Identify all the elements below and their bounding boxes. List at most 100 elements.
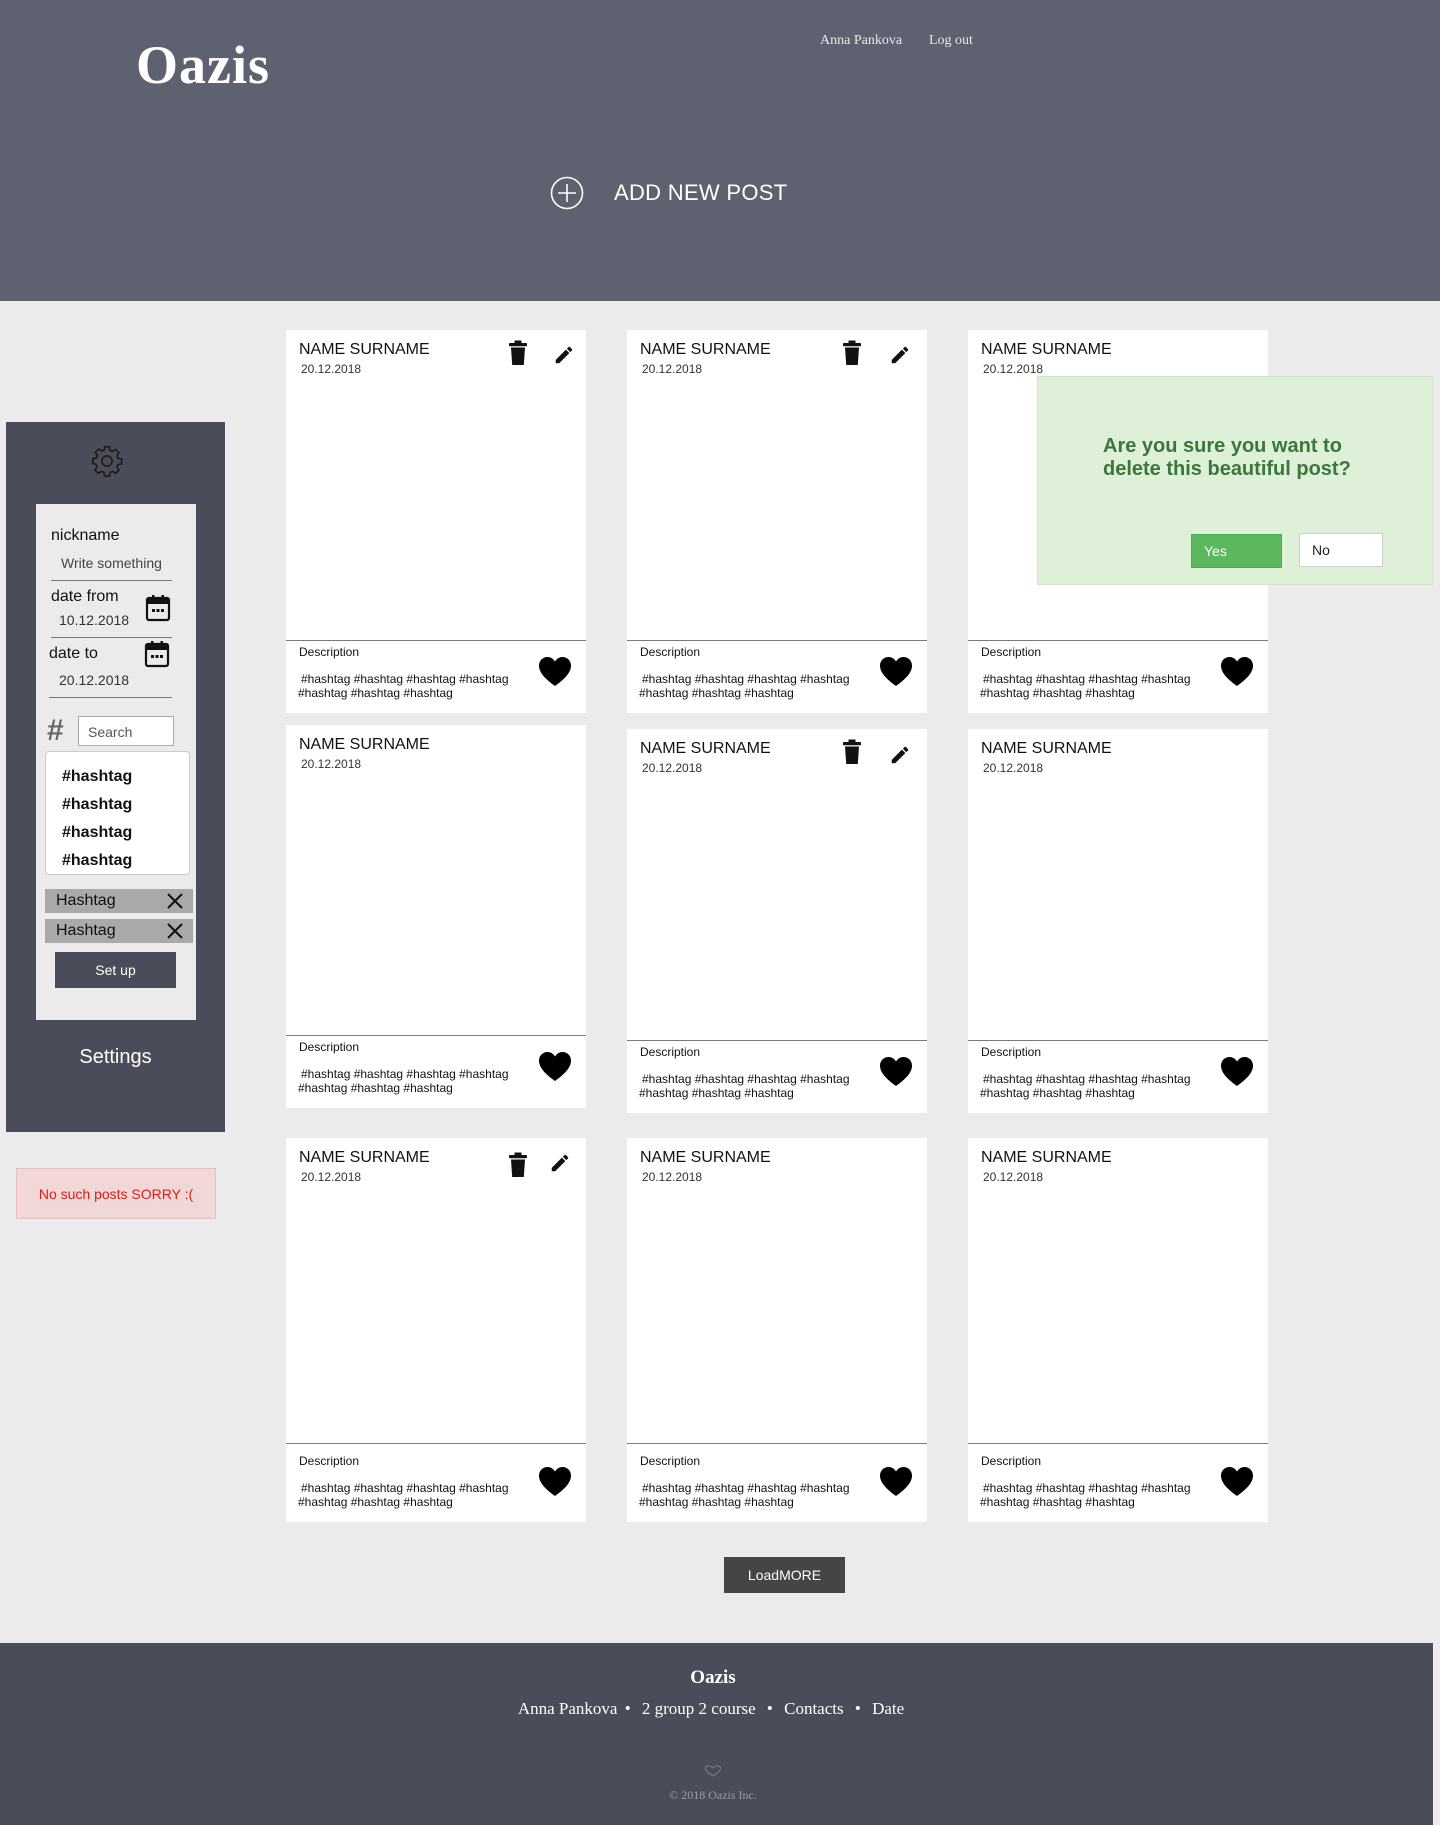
post-date: 20.12.2018 <box>983 761 1044 775</box>
footer-link-contacts[interactable]: Contacts <box>784 1699 844 1718</box>
nickname-input[interactable]: Write something <box>61 555 162 571</box>
post-divider <box>968 1040 1268 1041</box>
post-date: 20.12.2018 <box>301 757 362 771</box>
pencil-icon[interactable] <box>553 344 575 366</box>
post-description: Description <box>640 1045 701 1059</box>
post-author: NAME SURNAME <box>981 740 1112 757</box>
heart-icon[interactable] <box>1220 1056 1254 1088</box>
trash-icon[interactable] <box>508 1152 528 1178</box>
footer-link-group[interactable]: 2 group 2 course <box>642 1699 756 1718</box>
calendar-icon[interactable] <box>144 640 170 668</box>
post-description: Description <box>299 645 360 659</box>
post-hashtags: #hashtag #hashtag #hashtag #hashtag #has… <box>298 1481 509 1509</box>
post-card: NAME SURNAME 20.12.2018 Description #hashta… <box>968 1138 1268 1522</box>
post-card: NAME SURNAME 20.12.2018 Description #hashta… <box>286 330 586 713</box>
post-date: 20.12.2018 <box>983 1170 1044 1184</box>
post-description: Description <box>981 645 1042 659</box>
post-card: NAME SURNAME 20.12.2018 Description #hashta… <box>627 729 927 1113</box>
close-icon[interactable] <box>166 922 184 940</box>
post-divider <box>286 1035 586 1036</box>
heart-icon[interactable] <box>538 1466 572 1498</box>
post-description: Description <box>981 1454 1042 1468</box>
post-divider <box>286 640 586 641</box>
footer-separator: • <box>624 1699 631 1718</box>
nav-user-name[interactable]: Anna Pankova <box>820 33 902 49</box>
post-description: Description <box>299 1040 360 1054</box>
post-author: NAME SURNAME <box>640 341 771 358</box>
add-new-post-button[interactable]: ADD NEW POST <box>550 176 788 210</box>
confirm-yes-button[interactable]: Yes <box>1191 534 1282 568</box>
trash-icon[interactable] <box>842 340 862 366</box>
hashtag-option[interactable]: #hashtag <box>62 852 132 870</box>
hashtag-option[interactable]: #hashtag <box>62 796 132 814</box>
post-author: NAME SURNAME <box>640 740 771 757</box>
post-card: NAME SURNAME 20.12.2018 Description #hashta… <box>286 725 586 1108</box>
post-card: NAME SURNAME 20.12.2018 Description #hashta… <box>286 1138 586 1522</box>
post-description: Description <box>640 645 701 659</box>
post-author: NAME SURNAME <box>640 1149 771 1166</box>
post-description: Description <box>640 1454 701 1468</box>
delete-confirm-dialog: Are you sure you want to delete this bea… <box>1037 376 1433 585</box>
confirm-no-button[interactable]: No <box>1299 533 1383 567</box>
nickname-underline <box>51 580 172 581</box>
post-hashtags: #hashtag #hashtag #hashtag #hashtag #has… <box>980 672 1191 700</box>
post-divider <box>968 1443 1268 1444</box>
calendar-icon[interactable] <box>145 594 171 622</box>
setup-button[interactable]: Set up <box>55 952 176 988</box>
footer-links: Anna Pankova • 2 group 2 course • Contac… <box>0 1699 1426 1719</box>
hashtag-suggestions: #hashtag #hashtag #hashtag #hashtag <box>45 751 190 875</box>
date-from-input[interactable]: 10.12.2018 <box>59 612 129 628</box>
load-more-button[interactable]: LoadMORE <box>724 1557 845 1593</box>
pencil-icon[interactable] <box>889 344 911 366</box>
post-description: Description <box>299 1454 360 1468</box>
post-hashtags: #hashtag #hashtag #hashtag #hashtag #has… <box>639 1481 850 1509</box>
heart-icon[interactable] <box>879 1466 913 1498</box>
hashtag-option[interactable]: #hashtag <box>62 824 132 842</box>
logout-link[interactable]: Log out <box>929 33 973 49</box>
post-author: NAME SURNAME <box>981 1149 1112 1166</box>
post-date: 20.12.2018 <box>642 761 703 775</box>
heart-icon[interactable] <box>1220 1466 1254 1498</box>
gear-icon[interactable] <box>90 444 124 478</box>
trash-icon[interactable] <box>508 340 528 366</box>
heart-icon[interactable] <box>879 1056 913 1088</box>
hashtag-option[interactable]: #hashtag <box>62 768 132 786</box>
footer-link-author[interactable]: Anna Pankova <box>518 1699 618 1718</box>
logo[interactable]: Oazis <box>136 34 270 96</box>
post-divider <box>627 640 927 641</box>
pencil-icon[interactable] <box>889 744 911 766</box>
heart-icon[interactable] <box>879 656 913 688</box>
post-hashtags: #hashtag #hashtag #hashtag #hashtag #has… <box>639 672 850 700</box>
date-to-input[interactable]: 20.12.2018 <box>59 672 129 688</box>
hashtag-icon: # <box>47 714 64 747</box>
heart-icon[interactable] <box>538 1051 572 1083</box>
no-posts-alert: No such posts SORRY :( <box>16 1168 216 1219</box>
heart-outline-icon <box>704 1765 722 1777</box>
post-divider <box>968 640 1268 641</box>
post-divider <box>627 1443 927 1444</box>
close-icon[interactable] <box>166 892 184 910</box>
nickname-label: nickname <box>51 527 120 544</box>
post-date: 20.12.2018 <box>642 362 703 376</box>
chip-label: Hashtag <box>56 892 116 909</box>
post-hashtags: #hashtag #hashtag #hashtag #hashtag #has… <box>980 1072 1191 1100</box>
post-date: 20.12.2018 <box>301 362 362 376</box>
heart-icon[interactable] <box>538 656 572 688</box>
footer-separator: • <box>766 1699 773 1718</box>
post-description: Description <box>981 1045 1042 1059</box>
trash-icon[interactable] <box>842 739 862 765</box>
heart-icon[interactable] <box>1220 656 1254 688</box>
post-date: 20.12.2018 <box>642 1170 703 1184</box>
date-to-label: date to <box>49 645 98 662</box>
hashtag-search-input[interactable]: Search <box>78 716 174 746</box>
add-circle-icon <box>550 176 584 210</box>
date-from-label: date from <box>51 588 119 605</box>
date-from-underline <box>51 637 172 638</box>
selected-hashtag-chip: Hashtag <box>45 919 193 943</box>
post-hashtags: #hashtag #hashtag #hashtag #hashtag #has… <box>639 1072 850 1100</box>
post-date: 20.12.2018 <box>983 362 1044 376</box>
post-author: NAME SURNAME <box>299 736 430 753</box>
pencil-icon[interactable] <box>549 1152 571 1174</box>
post-author: NAME SURNAME <box>981 341 1112 358</box>
footer-link-date[interactable]: Date <box>872 1699 904 1718</box>
